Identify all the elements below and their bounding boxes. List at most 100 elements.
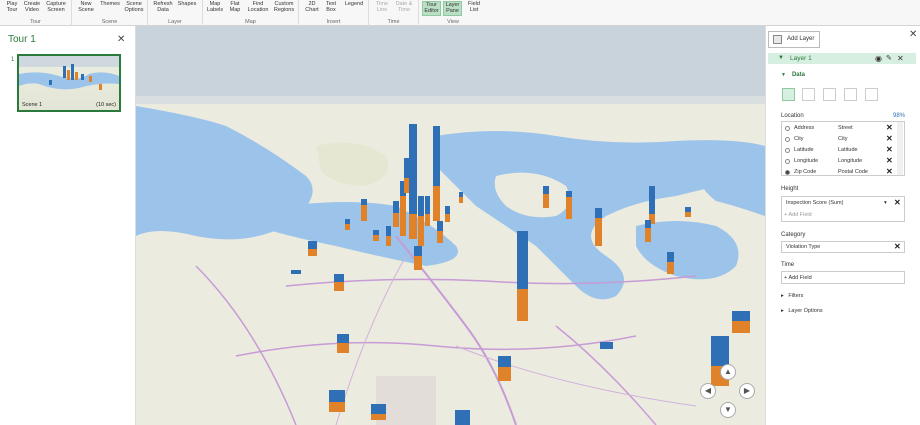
remove-icon[interactable]: ✕ — [886, 157, 893, 165]
ribbon-group-label: Time — [387, 19, 400, 25]
ribbon-group-label: Tour — [30, 19, 41, 25]
add-field-button[interactable]: + Add Field — [784, 212, 812, 218]
tour-title: Tour 1 — [8, 34, 36, 45]
edit-icon[interactable]: ✎ — [886, 53, 892, 64]
location-label: Location — [781, 113, 804, 119]
height-label: Height — [781, 186, 799, 192]
remove-icon[interactable]: ✕ — [886, 124, 893, 132]
radio-latitude[interactable] — [785, 148, 790, 153]
time-line-button[interactable]: Time Line — [373, 1, 391, 13]
height-field[interactable]: Inspection Score (Sum) — [786, 200, 843, 206]
add-layer-label: Add Layer — [787, 36, 815, 42]
stacked-column-icon[interactable] — [782, 88, 795, 101]
remove-icon[interactable]: ✕ — [886, 135, 893, 143]
2d-chart-button[interactable]: 2D Chart — [303, 1, 321, 13]
text-box-button[interactable]: Text Box — [323, 1, 339, 13]
ribbon-group-scene: New Scene Themes Scene Options Scene — [72, 0, 148, 26]
heat-map-icon[interactable] — [844, 88, 857, 101]
ribbon-group-layer: Refresh Data Shapes Layer — [148, 0, 203, 26]
layers-icon — [773, 35, 782, 44]
find-location-button[interactable]: Find Location — [246, 1, 270, 13]
collapse-icon: ▼ — [781, 72, 786, 78]
location-type-select[interactable]: Latitude — [838, 147, 858, 153]
add-field-label: Add Field — [788, 275, 812, 281]
clustered-column-icon[interactable] — [802, 88, 815, 101]
remove-icon[interactable]: ✕ — [894, 243, 901, 251]
category-label: Category — [781, 232, 806, 238]
scene-name: Scene 1 — [22, 102, 43, 108]
layer-options-toggle[interactable]: ▸ Layer Options — [781, 308, 823, 314]
location-type-select[interactable]: City — [838, 136, 847, 142]
ribbon-group-time: Time Line Date & Time Time — [369, 0, 419, 26]
rotate-left-icon[interactable]: ◀ — [700, 383, 716, 399]
ribbon-group-label: Map — [245, 19, 256, 25]
shapes-button[interactable]: Shapes — [176, 1, 198, 7]
custom-regions-button[interactable]: Custom Regions — [271, 1, 297, 13]
collapse-icon[interactable]: ▼ — [778, 53, 784, 64]
remove-icon[interactable]: ✕ — [894, 199, 901, 207]
remove-icon[interactable]: ✕ — [886, 168, 893, 176]
remove-icon[interactable]: ✕ — [886, 146, 893, 154]
region-icon[interactable] — [865, 88, 878, 101]
ribbon-group-map: Map Labels Flat Map Find Location Custom… — [203, 0, 299, 26]
time-label: Time — [781, 262, 795, 268]
layer-options-label: Layer Options — [788, 308, 823, 314]
flat-map-button[interactable]: Flat Map — [227, 1, 243, 13]
chevron-down-icon[interactable]: ▾ — [884, 200, 887, 206]
field-list-button[interactable]: Field List — [465, 1, 483, 13]
location-type-select[interactable]: Street — [838, 125, 853, 131]
3d-map — [136, 26, 765, 425]
rotate-right-icon[interactable]: ▶ — [739, 383, 755, 399]
data-section-toggle[interactable]: ▼ Data — [781, 72, 805, 78]
data-heading: Data — [791, 72, 805, 78]
radio-zip-code[interactable] — [785, 170, 790, 175]
map-canvas[interactable]: ▲ ◀ ▶ ▼ — [136, 26, 765, 425]
layer-name: Layer 1 — [790, 55, 812, 62]
scene-options-button[interactable]: Scene Options — [123, 1, 145, 13]
scene-thumbnail[interactable]: Scene 1 (10 sec) — [17, 54, 121, 112]
layer-header[interactable]: ▼ Layer 1 ◉ ✎ ✕ — [768, 53, 916, 64]
location-field: City — [794, 136, 804, 142]
location-confidence[interactable]: 98% — [893, 113, 905, 119]
delete-icon[interactable]: ✕ — [897, 53, 904, 64]
ribbon-group-label: Layer — [168, 19, 182, 25]
layer-pane-button[interactable]: Layer Pane — [443, 1, 462, 16]
legend-button[interactable]: Legend — [342, 1, 366, 7]
bubble-icon[interactable] — [823, 88, 836, 101]
play-tour-button[interactable]: Play Tour — [4, 1, 20, 13]
radio-address[interactable] — [785, 126, 790, 131]
scrollbar[interactable] — [897, 122, 903, 175]
close-icon[interactable]: ✕ — [909, 29, 917, 40]
capture-screen-button[interactable]: Capture Screen — [44, 1, 68, 13]
add-layer-button[interactable]: Add Layer — [768, 31, 820, 48]
location-field: Address — [794, 125, 815, 131]
time-add-field-button[interactable]: + Add Field — [784, 275, 812, 281]
new-scene-button[interactable]: New Scene — [76, 1, 96, 13]
tour-editor-button[interactable]: Tour Editor — [422, 1, 441, 16]
themes-button[interactable]: Themes — [100, 1, 120, 7]
ribbon-group-view: Tour Editor Layer Pane Field List View — [419, 0, 487, 26]
eye-icon[interactable]: ◉ — [875, 53, 882, 64]
location-type-select[interactable]: Longitude — [838, 158, 862, 164]
location-field: Latitude — [794, 147, 814, 153]
tilt-up-icon[interactable]: ▲ — [720, 364, 736, 380]
ribbon-group-insert: 2D Chart Text Box Legend Insert — [299, 0, 369, 26]
radio-city[interactable] — [785, 137, 790, 142]
location-field: Longitude — [794, 158, 819, 164]
date-time-button[interactable]: Date & Time — [393, 1, 415, 13]
close-icon[interactable]: ✕ — [117, 34, 125, 45]
location-field: Zip Code — [794, 169, 817, 175]
tour-editor-pane: Tour 1 ✕ 1 Scene 1 (10 sec) — [0, 26, 136, 425]
refresh-data-button[interactable]: Refresh Data — [152, 1, 174, 13]
create-video-button[interactable]: Create Video — [22, 1, 42, 13]
ribbon-group-label: Scene — [101, 19, 118, 25]
radio-longitude[interactable] — [785, 159, 790, 164]
filters-toggle[interactable]: ▸ Filters — [781, 293, 803, 299]
ribbon-group-tour: Play Tour Create Video Capture Screen To… — [0, 0, 72, 26]
location-type-select[interactable]: Postal Code — [838, 169, 868, 175]
scene-duration: (10 sec) — [96, 102, 116, 108]
map-labels-button[interactable]: Map Labels — [205, 1, 225, 13]
tilt-down-icon[interactable]: ▼ — [720, 402, 736, 418]
category-field[interactable]: Violation Type — [786, 244, 820, 250]
add-field-label: Add Field — [788, 212, 812, 218]
